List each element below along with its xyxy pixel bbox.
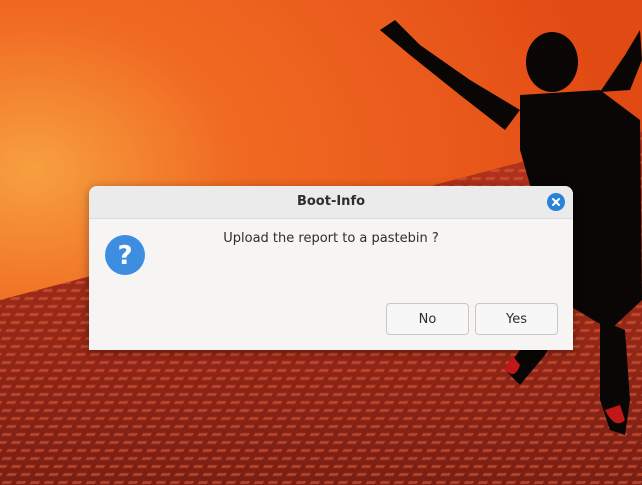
close-icon (552, 198, 560, 206)
dialog-title: Boot-Info (296, 194, 366, 209)
no-button[interactable]: No (386, 303, 469, 335)
yes-button[interactable]: Yes (475, 303, 558, 335)
close-button[interactable] (547, 193, 565, 211)
dialog-message: Upload the report to a pastebin ? (223, 231, 439, 246)
dialog-titlebar[interactable]: Boot-Info (89, 186, 573, 219)
boot-info-dialog: Boot-Info ? Upload the report to a paste… (89, 186, 573, 350)
